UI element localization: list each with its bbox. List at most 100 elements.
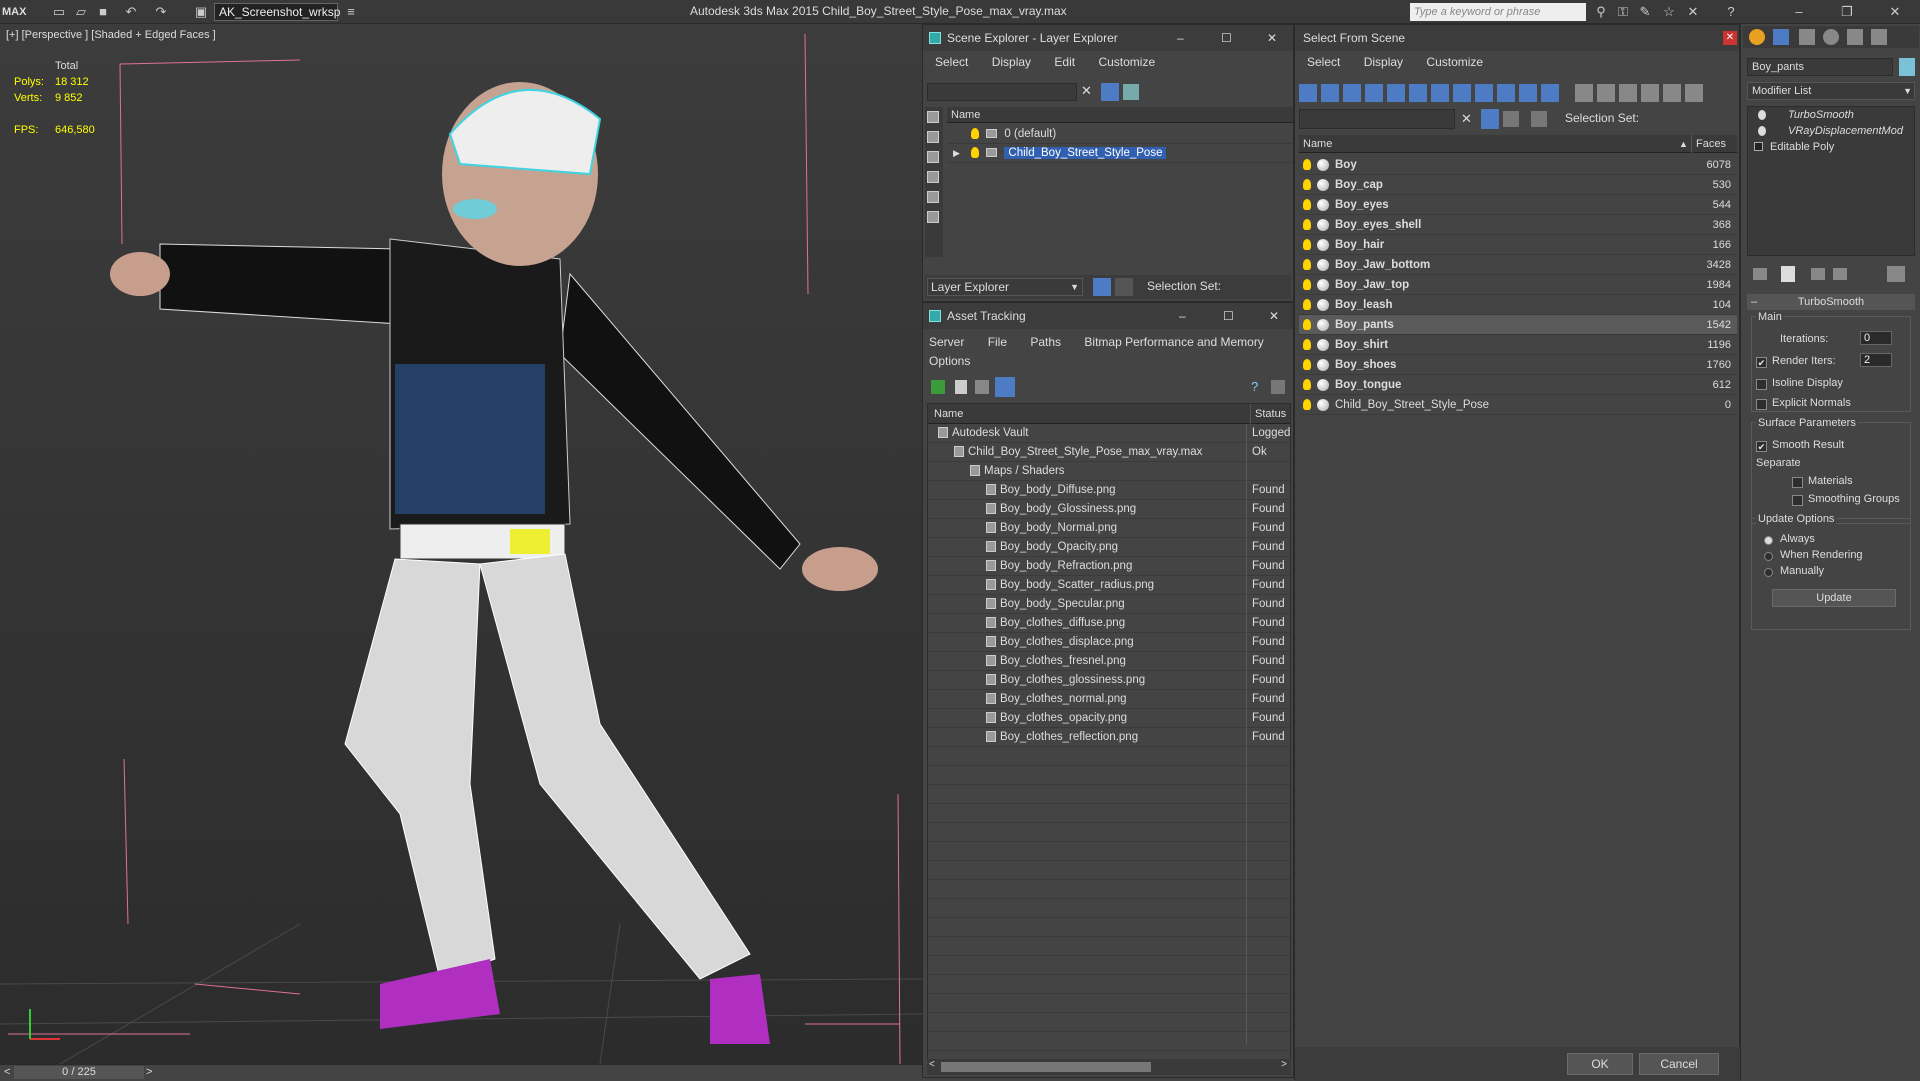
display-collapse-icon[interactable] — [1685, 84, 1703, 102]
scroll-right-icon[interactable]: > — [1281, 1059, 1287, 1070]
display-spacewarps-icon[interactable] — [927, 211, 939, 223]
display-helpers-icon[interactable] — [927, 191, 939, 203]
close-icon[interactable]: ✕ — [1886, 3, 1904, 21]
asset-row[interactable]: Boy_body_Normal.png Found — [928, 519, 1290, 538]
clear-search-icon[interactable]: ✕ — [1461, 111, 1472, 127]
project-icon[interactable]: ▣ — [192, 3, 210, 21]
when-rendering-radio[interactable] — [1764, 549, 1778, 563]
smooth-result-checkbox[interactable]: ✔ — [1756, 439, 1772, 453]
render-iters-checkbox[interactable]: ✔ — [1756, 355, 1772, 369]
open-file-icon[interactable]: ▱ — [72, 3, 90, 21]
redo-icon[interactable]: ↷ — [152, 3, 170, 21]
key-icon[interactable]: ⚿ — [1614, 3, 1632, 21]
asset-row[interactable]: Autodesk Vault Logged — [928, 424, 1290, 443]
object-color-swatch[interactable] — [1899, 58, 1915, 76]
scene-explorer-titlebar[interactable]: Scene Explorer - Layer Explorer – ☐ ✕ — [923, 25, 1293, 51]
hierarchy-tab-icon[interactable] — [1799, 29, 1815, 45]
display-invert-icon[interactable] — [1619, 84, 1637, 102]
object-row[interactable]: Child_Boy_Street_Style_Pose 0 — [1299, 395, 1737, 415]
asset-row[interactable]: Boy_clothes_diffuse.png Found — [928, 614, 1290, 633]
asset-row[interactable]: Boy_clothes_reflection.png Found — [928, 728, 1290, 747]
always-radio[interactable] — [1764, 533, 1778, 547]
asset-row[interactable]: Boy_clothes_displace.png Found — [928, 633, 1290, 652]
time-slider[interactable]: < 0 / 225 > — [0, 1064, 922, 1080]
filter-icon[interactable] — [1481, 109, 1499, 129]
thumbnail-icon[interactable] — [975, 380, 989, 394]
stack-item-vraydisplacement[interactable]: VRayDisplacementMod — [1748, 123, 1914, 139]
bulb-icon[interactable] — [1758, 110, 1766, 120]
bulb-icon[interactable] — [1303, 339, 1311, 350]
display-geometry-icon[interactable] — [927, 111, 939, 123]
asset-row[interactable]: Boy_body_Glossiness.png Found — [928, 500, 1290, 519]
col-name-header[interactable]: Name — [934, 404, 963, 424]
perspective-viewport[interactable]: [+] [Perspective ] [Shaded + Edged Faces… — [0, 24, 922, 1065]
stack-item-turbosmooth[interactable]: TurboSmooth — [1748, 107, 1914, 123]
maximize-icon[interactable]: ☐ — [1223, 303, 1234, 329]
app-logo[interactable]: MAX — [2, 2, 42, 22]
col-faces-header[interactable]: Faces — [1691, 135, 1726, 153]
bulb-icon[interactable] — [971, 128, 979, 140]
menu-bitmap-performance[interactable]: Bitmap Performance and Memory — [1084, 335, 1263, 349]
menu-paths[interactable]: Paths — [1030, 335, 1061, 349]
configure-sets-icon[interactable] — [1887, 266, 1905, 282]
display-hierarchy-toggle-icon[interactable] — [1663, 84, 1681, 102]
bulb-icon[interactable] — [1303, 279, 1311, 290]
layer-column-name[interactable]: Name — [947, 107, 1293, 123]
display-display-none-icon[interactable] — [1597, 84, 1615, 102]
bulb-icon[interactable] — [971, 147, 979, 159]
bulb-icon[interactable] — [1758, 126, 1766, 136]
make-unique-icon[interactable] — [1811, 268, 1825, 280]
motion-tab-icon[interactable] — [1823, 29, 1839, 45]
object-row[interactable]: Boy_eyes 544 — [1299, 195, 1737, 215]
bulb-icon[interactable] — [1303, 159, 1311, 170]
help-icon[interactable]: ? — [1251, 379, 1258, 394]
display-hidden-icon[interactable] — [1541, 84, 1559, 102]
display-helpers-icon[interactable] — [1387, 84, 1405, 102]
object-row[interactable]: Boy_shoes 1760 — [1299, 355, 1737, 375]
asset-row[interactable]: Child_Boy_Street_Style_Pose_max_vray.max… — [928, 443, 1290, 462]
menu-customize[interactable]: Customize — [1098, 55, 1155, 69]
modifier-list-dropdown[interactable]: Modifier List ▼ — [1747, 82, 1915, 100]
menu-display[interactable]: Display — [1364, 55, 1403, 69]
object-name-field[interactable]: Boy_pants — [1747, 58, 1893, 76]
next-frame-icon[interactable]: > — [146, 1066, 152, 1078]
display-xrefs-icon[interactable] — [1453, 84, 1471, 102]
favorites-icon[interactable]: ☆ — [1660, 3, 1678, 21]
refresh-icon[interactable] — [931, 380, 945, 394]
display-shapes-icon[interactable] — [927, 131, 939, 143]
menu-file[interactable]: File — [988, 335, 1007, 349]
menu-server[interactable]: Server — [929, 335, 964, 349]
object-row[interactable]: Boy_eyes_shell 368 — [1299, 215, 1737, 235]
asset-row[interactable]: Maps / Shaders — [928, 462, 1290, 481]
subscription-icon[interactable]: ✎ — [1636, 3, 1654, 21]
explorer-type-dropdown[interactable]: Layer Explorer ▼ — [927, 278, 1083, 296]
expand-icon[interactable] — [1754, 142, 1763, 151]
display-lights-icon[interactable] — [1343, 84, 1361, 102]
close-icon[interactable]: ✕ — [1723, 31, 1737, 45]
isoline-checkbox[interactable] — [1756, 377, 1772, 391]
bulb-icon[interactable] — [1303, 359, 1311, 370]
asset-row[interactable]: Boy_body_Opacity.png Found — [928, 538, 1290, 557]
restore-icon[interactable]: ❐ — [1838, 3, 1856, 21]
col-status-header[interactable]: Status — [1250, 404, 1286, 424]
close-icon[interactable]: ✕ — [1269, 303, 1279, 329]
bulb-icon[interactable] — [1303, 299, 1311, 310]
display-bones-icon[interactable] — [1475, 84, 1493, 102]
expand-arrow-icon[interactable]: ▶ — [953, 144, 960, 163]
iterations-spinner[interactable]: 0 — [1860, 331, 1892, 345]
select-from-scene-titlebar[interactable]: Select From Scene ✕ — [1295, 25, 1739, 51]
menu-select[interactable]: Select — [1307, 55, 1340, 69]
display-cameras-icon[interactable] — [1365, 84, 1383, 102]
object-row[interactable]: Boy 6078 — [1299, 155, 1737, 175]
bulb-icon[interactable] — [1303, 379, 1311, 390]
object-row[interactable]: Boy_leash 104 — [1299, 295, 1737, 315]
layer-row[interactable]: ▶ Child_Boy_Street_Style_Pose — [947, 144, 1293, 163]
bulb-icon[interactable] — [1303, 219, 1311, 230]
ok-button[interactable]: OK — [1567, 1053, 1633, 1075]
object-row[interactable]: Boy_shirt 1196 — [1299, 335, 1737, 355]
stack-item-editable-poly[interactable]: Editable Poly — [1748, 139, 1914, 155]
minimize-icon[interactable]: – — [1790, 3, 1808, 21]
filter-icon[interactable] — [1101, 83, 1119, 101]
bulb-icon[interactable] — [1303, 199, 1311, 210]
close-icon[interactable]: ✕ — [1267, 25, 1277, 51]
